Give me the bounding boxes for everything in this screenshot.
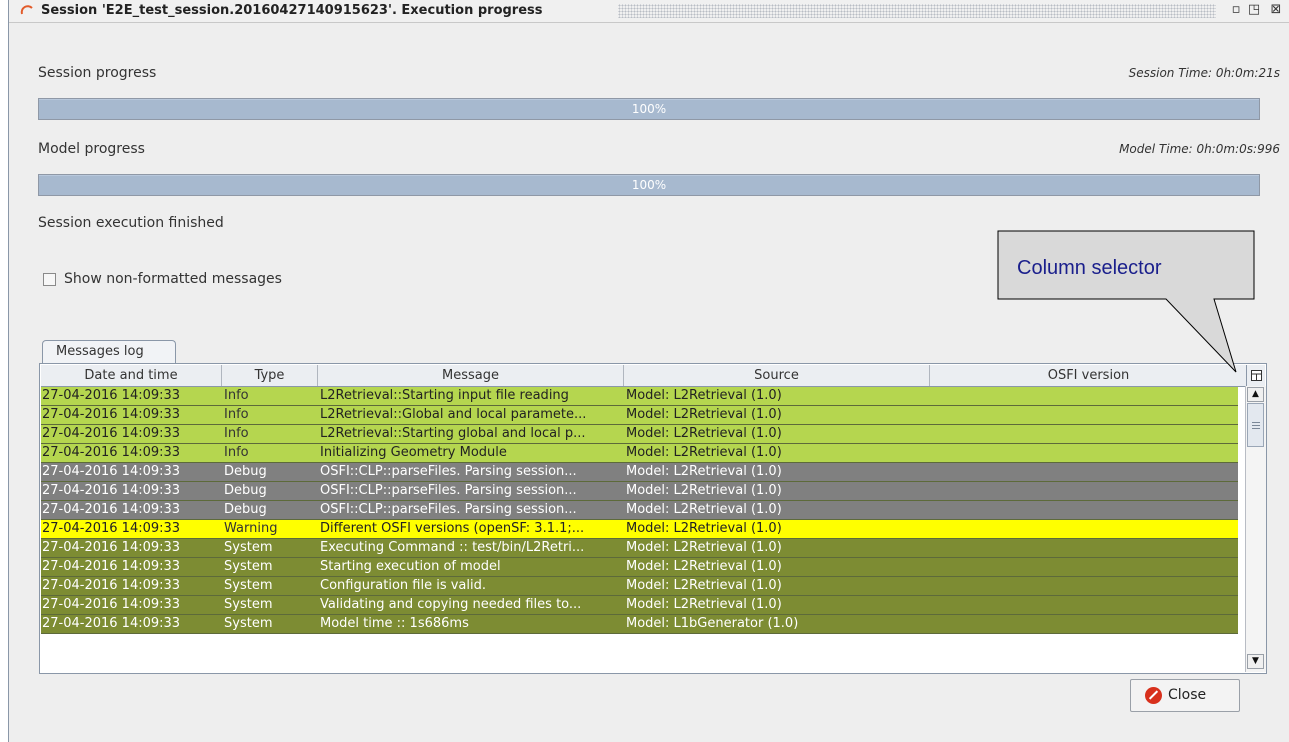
callout-balloon — [997, 230, 1255, 373]
callout-text: Column selector — [1017, 257, 1162, 279]
